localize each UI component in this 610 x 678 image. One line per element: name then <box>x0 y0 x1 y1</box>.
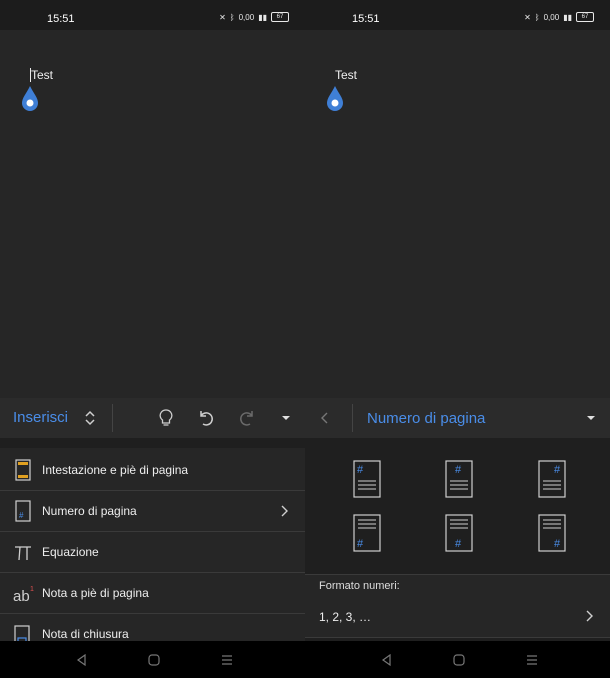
network-speed: 0,00 <box>238 12 255 22</box>
page-number-top-left-option[interactable]: # <box>353 460 381 498</box>
signal-icon: ▮▮ <box>258 12 267 22</box>
undo-icon[interactable] <box>194 406 218 430</box>
back-chevron-icon[interactable] <box>313 406 337 430</box>
dropdown-triangle-icon[interactable] <box>274 406 298 430</box>
svg-text:#: # <box>357 538 364 550</box>
back-nav-icon[interactable] <box>75 653 89 667</box>
mute-icon: ✕ <box>219 12 226 22</box>
page-number-top-center-option[interactable]: # <box>445 460 473 498</box>
svg-text:1: 1 <box>30 586 34 593</box>
document-canvas[interactable]: Test <box>0 30 305 398</box>
home-nav-icon[interactable] <box>147 653 161 667</box>
document-text[interactable]: Test <box>31 68 53 82</box>
menu-item-equation[interactable]: Equazione <box>0 532 305 573</box>
right-screen: 15:51 ✕ ᛒ 0,00 ▮▮ 67 Test Numero di pagi… <box>305 0 610 641</box>
battery-icon: 67 <box>576 12 594 22</box>
signal-icon: ▮▮ <box>563 12 572 22</box>
header-footer-icon <box>15 459 31 481</box>
menu-nav-icon[interactable] <box>220 653 234 667</box>
pi-icon <box>15 546 31 561</box>
status-bar: 15:51 ✕ ᛒ 0,00 ▮▮ 67 <box>0 0 305 30</box>
mute-icon: ✕ <box>524 12 531 22</box>
endnote-icon <box>14 625 30 641</box>
document-text[interactable]: Test <box>335 68 357 82</box>
left-screen: 15:51 ✕ ᛒ 0,00 ▮▮ 67 Test Inserisci Inte… <box>0 0 305 641</box>
menu-item-header-footer[interactable]: Intestazione e piè di pagina <box>0 450 305 491</box>
page-number-top-right-option[interactable]: # <box>538 460 566 498</box>
panel-title: Numero di pagina <box>367 410 486 427</box>
footnote-icon: ab 1 <box>13 586 34 605</box>
svg-text:ab: ab <box>13 588 30 605</box>
battery-icon: 67 <box>271 12 289 22</box>
menu-item-label: Numero di pagina <box>42 504 137 518</box>
menu-item-label: Nota di chiusura <box>42 627 129 641</box>
network-speed: 0,00 <box>543 12 560 22</box>
redo-icon[interactable] <box>235 406 259 430</box>
page-number-bottom-center-option[interactable]: # <box>445 514 473 552</box>
menu-nav-icon[interactable] <box>525 653 539 667</box>
insert-menu: Intestazione e piè di pagina # Numero di… <box>0 448 305 641</box>
svg-text:#: # <box>455 464 462 476</box>
toolbar-divider <box>352 404 353 432</box>
page-number-icon: # <box>15 500 31 522</box>
status-bar: 15:51 ✕ ᛒ 0,00 ▮▮ 67 <box>305 0 610 30</box>
status-icons: ✕ ᛒ 0,00 ▮▮ 67 <box>219 12 289 22</box>
format-value: 1, 2, 3, … <box>319 610 372 624</box>
menu-item-label: Nota a piè di pagina <box>42 586 149 600</box>
selection-handle-icon[interactable] <box>326 85 344 111</box>
ribbon-toolbar: Inserisci <box>0 398 305 438</box>
toolbar-divider <box>112 404 113 432</box>
submenu-toolbar: Numero di pagina <box>305 398 610 438</box>
dropdown-triangle-icon[interactable] <box>579 406 603 430</box>
bluetooth-icon: ᛒ <box>229 12 235 22</box>
page-number-bottom-right-option[interactable]: # <box>538 514 566 552</box>
chevron-right-icon <box>281 505 288 517</box>
status-time: 15:51 <box>47 13 75 25</box>
lightbulb-icon[interactable] <box>154 406 178 430</box>
home-nav-icon[interactable] <box>452 653 466 667</box>
menu-item-page-number[interactable]: # Numero di pagina <box>0 491 305 532</box>
svg-text:#: # <box>554 464 561 476</box>
chevron-right-icon <box>586 610 593 622</box>
menu-item-label: Equazione <box>42 545 99 559</box>
selection-handle-icon[interactable] <box>21 85 39 111</box>
page-number-bottom-left-option[interactable]: # <box>353 514 381 552</box>
format-label: Formato numeri: <box>319 580 400 592</box>
status-icons: ✕ ᛒ 0,00 ▮▮ 67 <box>524 12 594 22</box>
bluetooth-icon: ᛒ <box>534 12 540 22</box>
svg-text:#: # <box>554 538 561 550</box>
menu-item-endnote[interactable]: Nota di chiusura <box>0 614 305 641</box>
back-nav-icon[interactable] <box>380 653 394 667</box>
page-number-position-grid: # # # # # # <box>305 438 610 574</box>
system-navigation-bar <box>0 641 610 678</box>
svg-text:#: # <box>19 511 24 520</box>
tab-inserisci[interactable]: Inserisci <box>13 409 68 426</box>
up-down-chevron-icon[interactable] <box>78 406 102 430</box>
menu-item-footnote[interactable]: ab 1 Nota a piè di pagina <box>0 573 305 614</box>
menu-item-label: Intestazione e piè di pagina <box>42 463 189 477</box>
number-format-row[interactable]: Formato numeri: 1, 2, 3, … <box>305 574 610 638</box>
status-time: 15:51 <box>352 13 380 25</box>
svg-text:#: # <box>357 464 364 476</box>
document-canvas[interactable]: Test <box>305 30 610 398</box>
svg-text:#: # <box>455 538 462 550</box>
